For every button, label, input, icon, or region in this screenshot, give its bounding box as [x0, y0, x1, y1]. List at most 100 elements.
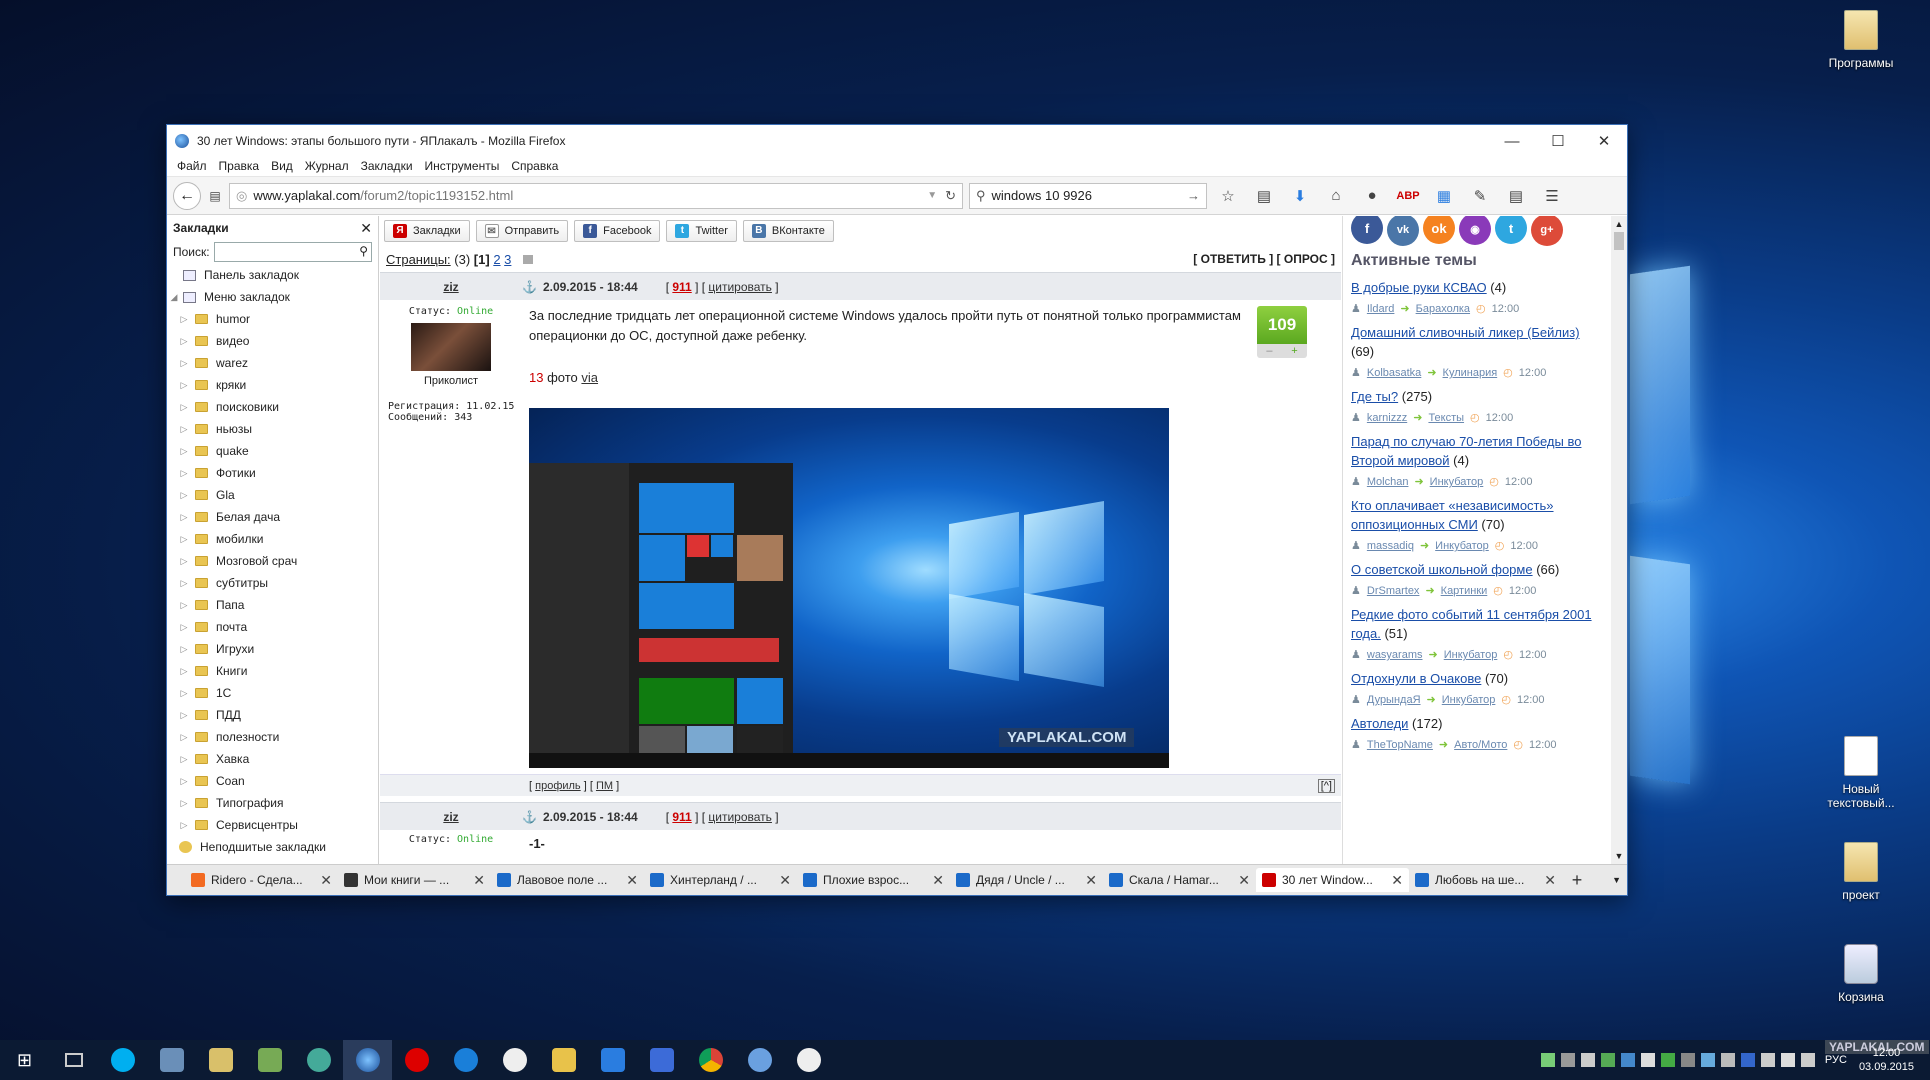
tab-close-icon[interactable]: ✕: [626, 872, 638, 889]
scroll-thumb[interactable]: [1614, 232, 1624, 250]
menu-view[interactable]: Вид: [265, 157, 299, 176]
new-tab-button[interactable]: +: [1562, 870, 1592, 891]
topic-forum[interactable]: Картинки: [1441, 581, 1488, 601]
topic-link[interactable]: Где ты?: [1351, 389, 1398, 404]
share-bookmarks-button[interactable]: Я Закладки: [384, 220, 470, 242]
page-settings-icon[interactable]: [523, 254, 534, 264]
page-link-2[interactable]: 2: [493, 252, 500, 267]
notification-icon[interactable]: [1800, 1053, 1815, 1067]
topic-forum[interactable]: Авто/Мото: [1454, 735, 1507, 755]
topic-user[interactable]: DrSmartex: [1367, 581, 1420, 601]
page-link-3[interactable]: 3: [504, 252, 511, 267]
taskbar-app[interactable]: [392, 1040, 441, 1080]
bookmark-folder[interactable]: ▷ почта: [167, 616, 378, 638]
bookmark-folder[interactable]: ▷ видео: [167, 330, 378, 352]
bookmark-folder[interactable]: ▷ Хавка: [167, 748, 378, 770]
tray-icon[interactable]: [1740, 1053, 1755, 1067]
taskbar-app[interactable]: [588, 1040, 637, 1080]
taskbar-app[interactable]: [539, 1040, 588, 1080]
taskbar-app[interactable]: [686, 1040, 735, 1080]
tab-close-icon[interactable]: ✕: [1391, 872, 1403, 889]
topic-user[interactable]: wasyarams: [1367, 645, 1423, 665]
topic-forum[interactable]: Инкубатор: [1435, 536, 1489, 556]
topic-link[interactable]: Домашний сливочный ликер (Бейлиз): [1351, 325, 1580, 340]
taskbar-app-firefox[interactable]: [343, 1040, 392, 1080]
taskbar-app[interactable]: [147, 1040, 196, 1080]
browser-tab[interactable]: Плохие взрос... ✕: [797, 868, 950, 892]
menu-help[interactable]: Справка: [505, 157, 564, 176]
taskbar-app[interactable]: [245, 1040, 294, 1080]
tray-icon[interactable]: [1700, 1053, 1715, 1067]
bookmark-folder[interactable]: ▷ ПДД: [167, 704, 378, 726]
profile-link[interactable]: профиль: [535, 780, 581, 792]
post-number[interactable]: 911: [672, 280, 691, 294]
unsorted-bookmarks[interactable]: Неподшитые закладки: [167, 836, 378, 858]
download-icon[interactable]: ⬇: [1285, 183, 1315, 209]
bookmark-folder[interactable]: ▷ Книги: [167, 660, 378, 682]
bookmark-folder[interactable]: ▷ Папа: [167, 594, 378, 616]
bookmark-folder[interactable]: ▷ Белая дача: [167, 506, 378, 528]
quote-link[interactable]: цитировать: [708, 280, 772, 294]
bookmark-folder[interactable]: ▷ поисковики: [167, 396, 378, 418]
desktop-icon-project[interactable]: проект: [1816, 842, 1906, 902]
via-link[interactable]: via: [581, 370, 598, 385]
share-vk-button[interactable]: B ВКонтакте: [742, 220, 834, 242]
facebook-icon[interactable]: f: [1351, 216, 1383, 244]
bookmark-folder[interactable]: ▷ Мозговой срач: [167, 550, 378, 572]
bookmark-folder[interactable]: ▷ полезности: [167, 726, 378, 748]
vk-icon[interactable]: vk: [1387, 216, 1419, 246]
topic-link[interactable]: Автоледи: [1351, 716, 1408, 731]
bookmark-folder[interactable]: ▷ субтитры: [167, 572, 378, 594]
scroll-down-icon[interactable]: ▼: [1611, 848, 1627, 864]
sidebar-search-input[interactable]: ⚲: [213, 242, 372, 262]
url-bar[interactable]: ◎ www.yaplakal.com /forum2/topic1193152.…: [229, 182, 963, 209]
extension-icon[interactable]: ✎: [1465, 183, 1495, 209]
tray-icon[interactable]: [1720, 1053, 1735, 1067]
topic-link[interactable]: В добрые руки КСВАО: [1351, 280, 1487, 295]
task-view-button[interactable]: [49, 1040, 98, 1080]
taskbar-app[interactable]: [196, 1040, 245, 1080]
scrollbar[interactable]: ▲ ▼: [1611, 216, 1627, 864]
bookmark-folder[interactable]: ▷ warez: [167, 352, 378, 374]
start-button[interactable]: ⊞: [0, 1040, 49, 1080]
share-facebook-button[interactable]: f Facebook: [574, 220, 661, 242]
tray-icon[interactable]: [1760, 1053, 1775, 1067]
rate-up-button[interactable]: +: [1291, 344, 1297, 358]
topic-forum[interactable]: Инкубатор: [1444, 645, 1498, 665]
topic-user[interactable]: Ildard: [1367, 299, 1395, 319]
menu-history[interactable]: Журнал: [299, 157, 355, 176]
tray-icon[interactable]: [1560, 1053, 1575, 1067]
tab-close-icon[interactable]: ✕: [1238, 872, 1250, 889]
adblock-icon[interactable]: ABP: [1393, 183, 1423, 209]
taskbar-app[interactable]: [294, 1040, 343, 1080]
topic-forum[interactable]: Инкубатор: [1430, 472, 1484, 492]
home-icon[interactable]: ⌂: [1321, 183, 1351, 209]
desktop-icon-programs[interactable]: Программы: [1816, 10, 1906, 70]
bookmark-toolbar-folder[interactable]: Панель закладок: [167, 264, 378, 286]
post-author[interactable]: ziz: [380, 810, 522, 824]
bookmark-menu-folder[interactable]: ◢ Меню закладок: [167, 286, 378, 308]
dropdown-icon[interactable]: ▼: [927, 190, 937, 201]
tray-icon[interactable]: [1640, 1053, 1655, 1067]
browser-tab[interactable]: Дядя / Uncle / ... ✕: [950, 868, 1103, 892]
odnoklassniki-icon[interactable]: ok: [1423, 216, 1455, 244]
tab-close-icon[interactable]: ✕: [1085, 872, 1097, 889]
bookmark-folder[interactable]: ▷ Сервисцентры: [167, 814, 378, 836]
menu-file[interactable]: Файл: [171, 157, 213, 176]
topic-actions[interactable]: [ ОТВЕТИТЬ ] [ ОПРОС ]: [1193, 252, 1335, 266]
clipboard-icon[interactable]: ▤: [1501, 183, 1531, 209]
tray-icon[interactable]: [1660, 1053, 1675, 1067]
taskbar-app[interactable]: [735, 1040, 784, 1080]
topic-user[interactable]: Molchan: [1367, 472, 1409, 492]
taskbar-app[interactable]: [784, 1040, 833, 1080]
tab-list-icon[interactable]: ▼: [1592, 875, 1627, 885]
minimize-button[interactable]: —: [1489, 125, 1535, 157]
instagram-icon[interactable]: ◉: [1459, 216, 1491, 245]
topic-link[interactable]: О советской школьной форме: [1351, 562, 1533, 577]
topic-link[interactable]: Отдохнули в Очакове: [1351, 671, 1481, 686]
browser-tab[interactable]: Хинтерланд / ... ✕: [644, 868, 797, 892]
bookmark-folder[interactable]: ▷ Gla: [167, 484, 378, 506]
topic-user[interactable]: TheTopName: [1367, 735, 1433, 755]
chat-icon[interactable]: ●: [1357, 183, 1387, 209]
topic-user[interactable]: massadiq: [1367, 536, 1414, 556]
